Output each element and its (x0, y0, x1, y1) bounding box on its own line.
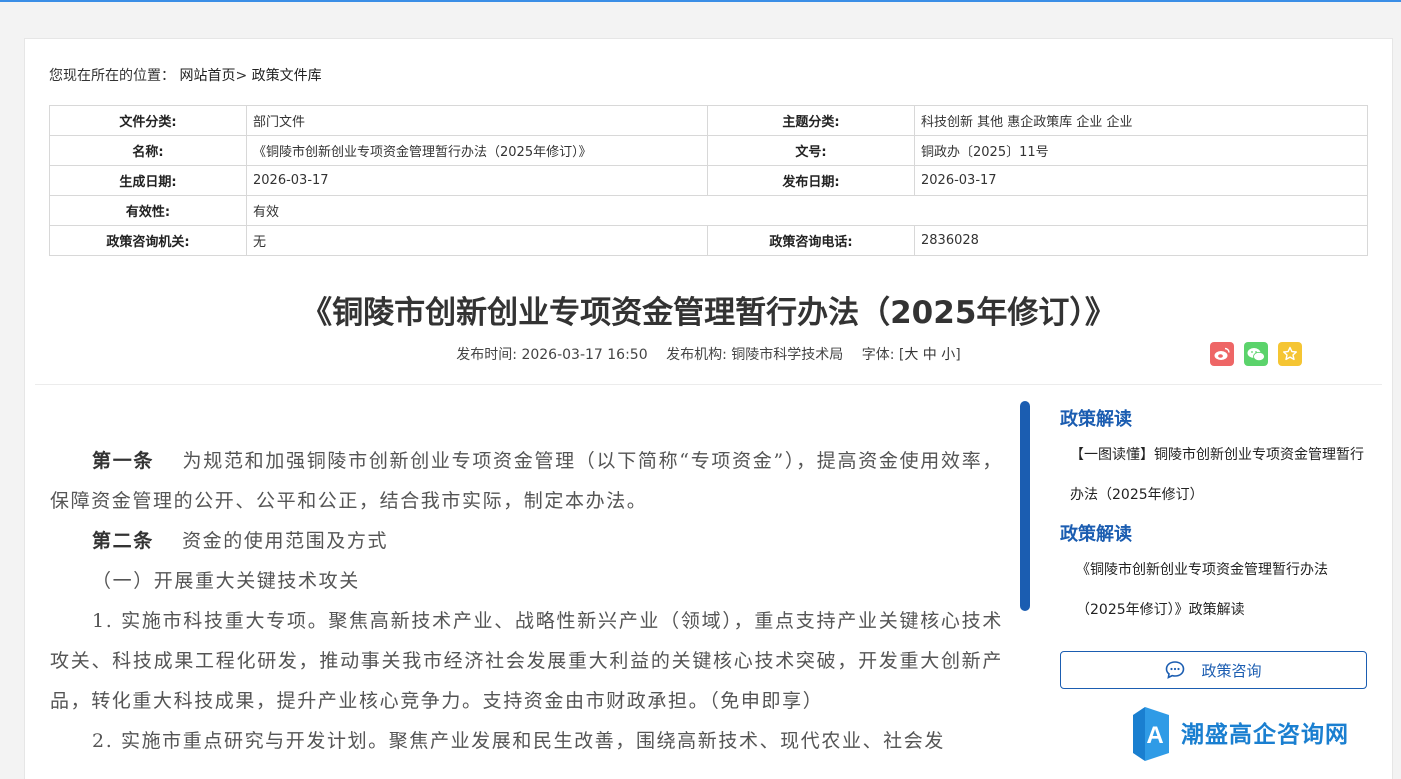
breadcrumb-home-link[interactable]: 网站首页 (179, 68, 235, 84)
published-date-label: 发布日期: (707, 165, 915, 196)
header-divider (35, 384, 1382, 385)
article-1-text: 为规范和加强铜陵市创新创业专项资金管理（以下简称“专项资金”），提高资金使用效率… (50, 450, 1003, 512)
name-label: 名称: (49, 135, 247, 166)
meta-row: 名称: 《铜陵市创新创业专项资金管理暂行办法（2025年修订）》 文号: 铜政办… (49, 135, 1368, 166)
section-heading: （一）开展重大关键技术攻关 (92, 570, 360, 592)
topic-label: 主题分类: (707, 105, 915, 136)
publish-time-value: 2026-03-17 16:50 (521, 347, 648, 363)
breadcrumb-prefix: 您现在所在的位置： (49, 68, 175, 84)
article-1: 第一条 为规范和加强铜陵市创新创业专项资金管理（以下简称“专项资金”），提高资金… (50, 441, 1003, 521)
category-label: 文件分类: (49, 105, 247, 136)
validity-value: 有效 (246, 195, 1368, 226)
publisher-value: 铜陵市科学技术局 (731, 347, 844, 363)
category-value: 部门文件 (246, 105, 708, 136)
breadcrumb: 您现在所在的位置： 网站首页> 政策文件库 (49, 65, 322, 85)
docno-value: 铜政办〔2025〕11号 (914, 135, 1368, 166)
meta-row: 生成日期: 2026-03-17 发布日期: 2026-03-17 (49, 165, 1368, 196)
weibo-share-button[interactable] (1210, 342, 1234, 366)
document-title: 《铜陵市创新创业专项资金管理暂行办法（2025年修订）》 (301, 295, 1116, 331)
publish-time-label: 发布时间: (456, 347, 517, 363)
font-size-medium-button[interactable]: 中 (923, 347, 937, 363)
publisher-label: 发布机构: (666, 347, 727, 363)
meta-row: 有效性: 有效 (49, 195, 1368, 226)
meta-row: 文件分类: 部门文件 主题分类: 科技创新 其他 惠企政策库 企业 企业 (49, 105, 1368, 136)
name-value: 《铜陵市创新创业专项资金管理暂行办法（2025年修订）》 (246, 135, 708, 166)
top-accent-line (0, 0, 1401, 2)
content-scrollbar[interactable] (1020, 401, 1030, 611)
publisher: 发布机构: 铜陵市科学技术局 (666, 347, 843, 363)
sidebar-section-title: 政策解读 (1060, 524, 1132, 545)
wechat-icon (1247, 347, 1265, 361)
main-panel: 您现在所在的位置： 网站首页> 政策文件库 文件分类: 部门文件 主题分类: 科… (24, 38, 1393, 779)
font-size-label: 字体: (861, 347, 895, 363)
topic-value: 科技创新 其他 惠企政策库 企业 企业 (914, 105, 1368, 136)
consult-org-label: 政策咨询机关: (49, 225, 247, 256)
article-2-text: 资金的使用范围及方式 (182, 530, 389, 552)
star-icon (1283, 346, 1297, 361)
consult-phone-value: 2836028 (914, 225, 1368, 256)
created-date-label: 生成日期: (49, 165, 247, 196)
document-meta-table: 文件分类: 部门文件 主题分类: 科技创新 其他 惠企政策库 企业 企业 名称:… (49, 105, 1368, 256)
breadcrumb-separator: > (235, 68, 248, 84)
consult-phone-label: 政策咨询电话: (707, 225, 915, 256)
article-1-heading: 第一条 (92, 450, 155, 472)
item-1: 1. 实施市科技重大专项。聚焦高新技术产业、战略性新兴产业（领域），重点支持产业… (50, 610, 1003, 712)
sidebar: 政策解读 【一图读懂】铜陵市创新创业专项资金管理暂行办法（2025年修订） 政策… (1060, 405, 1368, 635)
logo-mark-icon: A (1133, 707, 1169, 761)
policy-consult-label: 政策咨询 (1201, 661, 1262, 680)
publish-time: 发布时间: 2026-03-17 16:50 (456, 347, 647, 363)
sidebar-link-infographic[interactable]: 【一图读懂】铜陵市创新创业专项资金管理暂行办法（2025年修订） (1060, 435, 1368, 515)
publish-info: 发布时间: 2026-03-17 16:50 发布机构: 铜陵市科学技术局 字体… (25, 344, 1392, 364)
font-size-bracket-close: ] (955, 347, 961, 363)
chat-bubble-icon (1166, 661, 1185, 679)
logo-text: 潮盛高企咨询网 (1181, 721, 1349, 748)
policy-consult-button[interactable]: 政策咨询 (1060, 651, 1367, 689)
published-date-value: 2026-03-17 (914, 165, 1368, 196)
validity-label: 有效性: (49, 195, 247, 226)
sidebar-section-title: 政策解读 (1060, 409, 1132, 430)
weibo-icon (1214, 347, 1230, 360)
logo-letter: A (1146, 722, 1163, 749)
sidebar-link-interpretation[interactable]: 《铜陵市创新创业专项资金管理暂行办法（2025年修订）》政策解读 (1060, 550, 1368, 630)
wechat-share-button[interactable] (1244, 342, 1268, 366)
favorite-button[interactable] (1278, 342, 1302, 366)
breadcrumb-current-link[interactable]: 政策文件库 (252, 68, 322, 84)
item-2: 2. 实施市重点研究与开发计划。聚焦产业发展和民生改善，围绕高新技术、现代农业、… (92, 730, 945, 752)
consult-org-value: 无 (246, 225, 708, 256)
font-size-large-button[interactable]: 大 (904, 347, 918, 363)
docno-label: 文号: (707, 135, 915, 166)
font-size-small-button[interactable]: 小 (941, 347, 955, 363)
created-date-value: 2026-03-17 (246, 165, 708, 196)
article-2: 第二条 资金的使用范围及方式 (50, 521, 1003, 561)
font-size-control: 字体: [大 中 小] (862, 347, 961, 363)
article-2-heading: 第二条 (92, 530, 154, 552)
site-logo: A 潮盛高企咨询网 (1131, 703, 1349, 761)
document-body: 第一条 为规范和加强铜陵市创新创业专项资金管理（以下简称“专项资金”），提高资金… (50, 441, 1003, 761)
meta-row: 政策咨询机关: 无 政策咨询电话: 2836028 (49, 225, 1368, 256)
